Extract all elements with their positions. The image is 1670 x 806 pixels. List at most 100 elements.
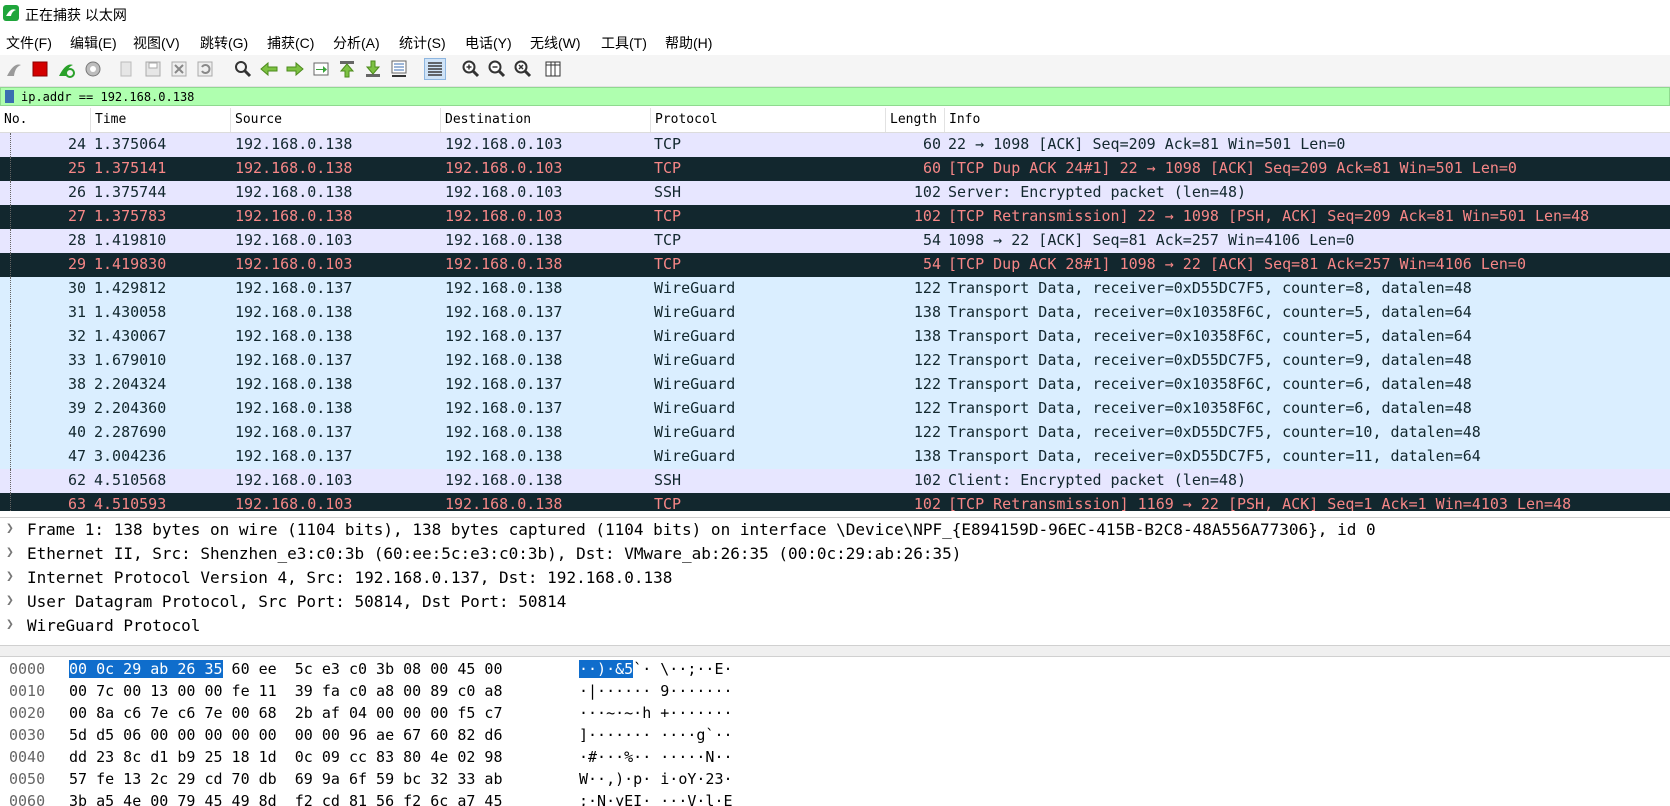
packet-time: 2.204360: [94, 399, 167, 417]
menu-statistics[interactable]: 统计(S): [399, 33, 446, 53]
go-back-icon[interactable]: [258, 58, 280, 80]
column-header-source[interactable]: Source: [231, 108, 441, 132]
menu-edit[interactable]: 编辑(E): [70, 33, 117, 53]
packet-protocol: TCP: [654, 207, 682, 225]
packet-row[interactable]: 63 4.510593 192.168.0.103 192.168.0.138 TCP 1…: [0, 493, 1670, 511]
detail-tree-item[interactable]: ❯ Ethernet II, Src: Shenzhen_e3:c0:3b (60…: [0, 542, 1670, 566]
column-header-info[interactable]: Info: [945, 108, 1670, 132]
packet-row[interactable]: 30 1.429812 192.168.0.137 192.168.0.138 Wire…: [0, 277, 1670, 301]
chevron-right-icon[interactable]: ❯: [6, 617, 14, 632]
packet-time: 2.204324: [94, 375, 167, 393]
menu-analyze[interactable]: 分析(A): [333, 33, 380, 53]
packet-length: 102: [913, 183, 941, 201]
find-packet-icon[interactable]: [232, 58, 254, 80]
zoom-in-icon[interactable]: [460, 58, 482, 80]
shark-fin-start-icon[interactable]: [3, 58, 25, 80]
chevron-right-icon[interactable]: ❯: [6, 593, 14, 608]
packet-destination: 192.168.0.138: [445, 279, 563, 297]
detail-tree-item[interactable]: ❯ Frame 1: 138 bytes on wire (1104 bits),…: [0, 518, 1670, 542]
open-file-icon[interactable]: [116, 58, 138, 80]
hex-row[interactable]: 0020 00 8a c6 7e c6 7e 00 68 2b af 04 00 …: [0, 702, 1670, 724]
detail-tree-item[interactable]: ❯ User Datagram Protocol, Src Port: 50814…: [0, 590, 1670, 614]
colorize-icon[interactable]: [424, 58, 446, 80]
packet-no: 47: [67, 447, 86, 465]
column-header-time[interactable]: Time: [91, 108, 231, 132]
menu-file[interactable]: 文件(F): [6, 33, 52, 53]
hex-row[interactable]: 0060 3b a5 4e 00 79 45 49 8d f2 cd 81 56 …: [0, 790, 1670, 806]
hex-row[interactable]: 0040 dd 23 8c d1 b9 25 18 1d 0c 09 cc 83 …: [0, 746, 1670, 768]
main-toolbar: [0, 55, 1670, 87]
packet-row[interactable]: 27 1.375783 192.168.0.138 192.168.0.103 TCP 1…: [0, 205, 1670, 229]
packet-row[interactable]: 33 1.679010 192.168.0.137 192.168.0.138 Wire…: [0, 349, 1670, 373]
chevron-right-icon[interactable]: ❯: [6, 569, 14, 584]
packet-length: 122: [913, 375, 941, 393]
packet-row[interactable]: 47 3.004236 192.168.0.137 192.168.0.138 Wire…: [0, 445, 1670, 469]
packet-length: 102: [913, 471, 941, 489]
packet-destination: 192.168.0.138: [445, 447, 563, 465]
chevron-right-icon[interactable]: ❯: [6, 545, 14, 560]
packet-time: 1.375744: [94, 183, 167, 201]
packet-protocol: WireGuard: [654, 303, 736, 321]
close-file-icon[interactable]: [168, 58, 190, 80]
chevron-right-icon[interactable]: ❯: [6, 521, 14, 536]
packet-destination: 192.168.0.138: [445, 231, 563, 249]
display-filter-input[interactable]: [21, 89, 1621, 105]
menu-bar: 文件(F) 编辑(E) 视图(V) 跳转(G) 捕获(C) 分析(A) 统计(S…: [0, 28, 1670, 55]
detail-tree-item[interactable]: ❯ WireGuard Protocol: [0, 614, 1670, 638]
packet-length: 54: [922, 255, 941, 273]
go-to-packet-icon[interactable]: [310, 58, 332, 80]
packet-row[interactable]: 24 1.375064 192.168.0.138 192.168.0.103 TCP 6…: [0, 133, 1670, 157]
column-header-no[interactable]: No.: [0, 108, 91, 132]
packet-row[interactable]: 26 1.375744 192.168.0.138 192.168.0.103 SSH 1…: [0, 181, 1670, 205]
hex-row[interactable]: 0030 5d d5 06 00 00 00 00 00 00 00 96 ae …: [0, 724, 1670, 746]
packet-row[interactable]: 40 2.287690 192.168.0.137 192.168.0.138 Wire…: [0, 421, 1670, 445]
capture-options-icon[interactable]: [82, 58, 104, 80]
packet-row[interactable]: 25 1.375141 192.168.0.138 192.168.0.103 TCP 6…: [0, 157, 1670, 181]
zoom-out-icon[interactable]: [486, 58, 508, 80]
first-packet-icon[interactable]: [336, 58, 358, 80]
menu-capture[interactable]: 捕获(C): [267, 33, 314, 53]
column-header-length[interactable]: Length: [886, 108, 945, 132]
packet-length: 102: [913, 495, 941, 511]
packet-info: Transport Data, receiver=0xD55DC7F5, cou…: [948, 279, 1472, 297]
hex-row[interactable]: 0000 00 0c 29 ab 26 35 60 ee 5c e3 c0 3b …: [0, 658, 1670, 680]
last-packet-icon[interactable]: [362, 58, 384, 80]
restart-capture-icon[interactable]: [55, 58, 77, 80]
filter-bookmark-icon[interactable]: [5, 90, 14, 103]
hex-row[interactable]: 0050 57 fe 13 2c 29 cd 70 db 69 9a 6f 59 …: [0, 768, 1670, 790]
packet-no: 33: [67, 351, 86, 369]
menu-view[interactable]: 视图(V): [133, 33, 180, 53]
hex-offset: 0030: [9, 726, 46, 744]
packet-protocol: TCP: [654, 231, 682, 249]
packet-source: 192.168.0.137: [235, 447, 353, 465]
column-header-destination[interactable]: Destination: [441, 108, 651, 132]
menu-telephony[interactable]: 电话(Y): [465, 33, 512, 53]
hex-row[interactable]: 0010 00 7c 00 13 00 00 fe 11 39 fa c0 a8 …: [0, 680, 1670, 702]
menu-help[interactable]: 帮助(H): [665, 33, 712, 53]
go-forward-icon[interactable]: [284, 58, 306, 80]
packet-no: 63: [67, 495, 86, 511]
stop-capture-icon[interactable]: [29, 58, 51, 80]
normal-size-icon[interactable]: [512, 58, 534, 80]
menu-go[interactable]: 跳转(G): [200, 33, 248, 53]
hex-bytes: dd 23 8c d1 b9 25 18 1d 0c 09 cc 83 80 4…: [69, 748, 502, 766]
packet-row[interactable]: 31 1.430058 192.168.0.138 192.168.0.137 Wire…: [0, 301, 1670, 325]
menu-tools[interactable]: 工具(T): [601, 33, 647, 53]
resize-columns-icon[interactable]: [542, 58, 564, 80]
packet-row[interactable]: 28 1.419810 192.168.0.103 192.168.0.138 TCP 5…: [0, 229, 1670, 253]
packet-time: 1.419810: [94, 231, 167, 249]
auto-scroll-icon[interactable]: [388, 58, 410, 80]
save-file-icon[interactable]: [142, 58, 164, 80]
packet-row[interactable]: 38 2.204324 192.168.0.138 192.168.0.137 Wire…: [0, 373, 1670, 397]
packet-row[interactable]: 39 2.204360 192.168.0.138 192.168.0.137 Wire…: [0, 397, 1670, 421]
packet-row[interactable]: 62 4.510568 192.168.0.103 192.168.0.138 SSH 1…: [0, 469, 1670, 493]
column-header-protocol[interactable]: Protocol: [651, 108, 886, 132]
pane-splitter[interactable]: [0, 645, 1670, 657]
detail-tree-item[interactable]: ❯ Internet Protocol Version 4, Src: 192.1…: [0, 566, 1670, 590]
packet-row[interactable]: 29 1.419830 192.168.0.103 192.168.0.138 TCP 5…: [0, 253, 1670, 277]
packet-source: 192.168.0.103: [235, 255, 353, 273]
packet-row[interactable]: 32 1.430067 192.168.0.138 192.168.0.137 Wire…: [0, 325, 1670, 349]
menu-wireless[interactable]: 无线(W): [530, 33, 581, 53]
reload-file-icon[interactable]: [194, 58, 216, 80]
packet-no: 62: [67, 471, 86, 489]
